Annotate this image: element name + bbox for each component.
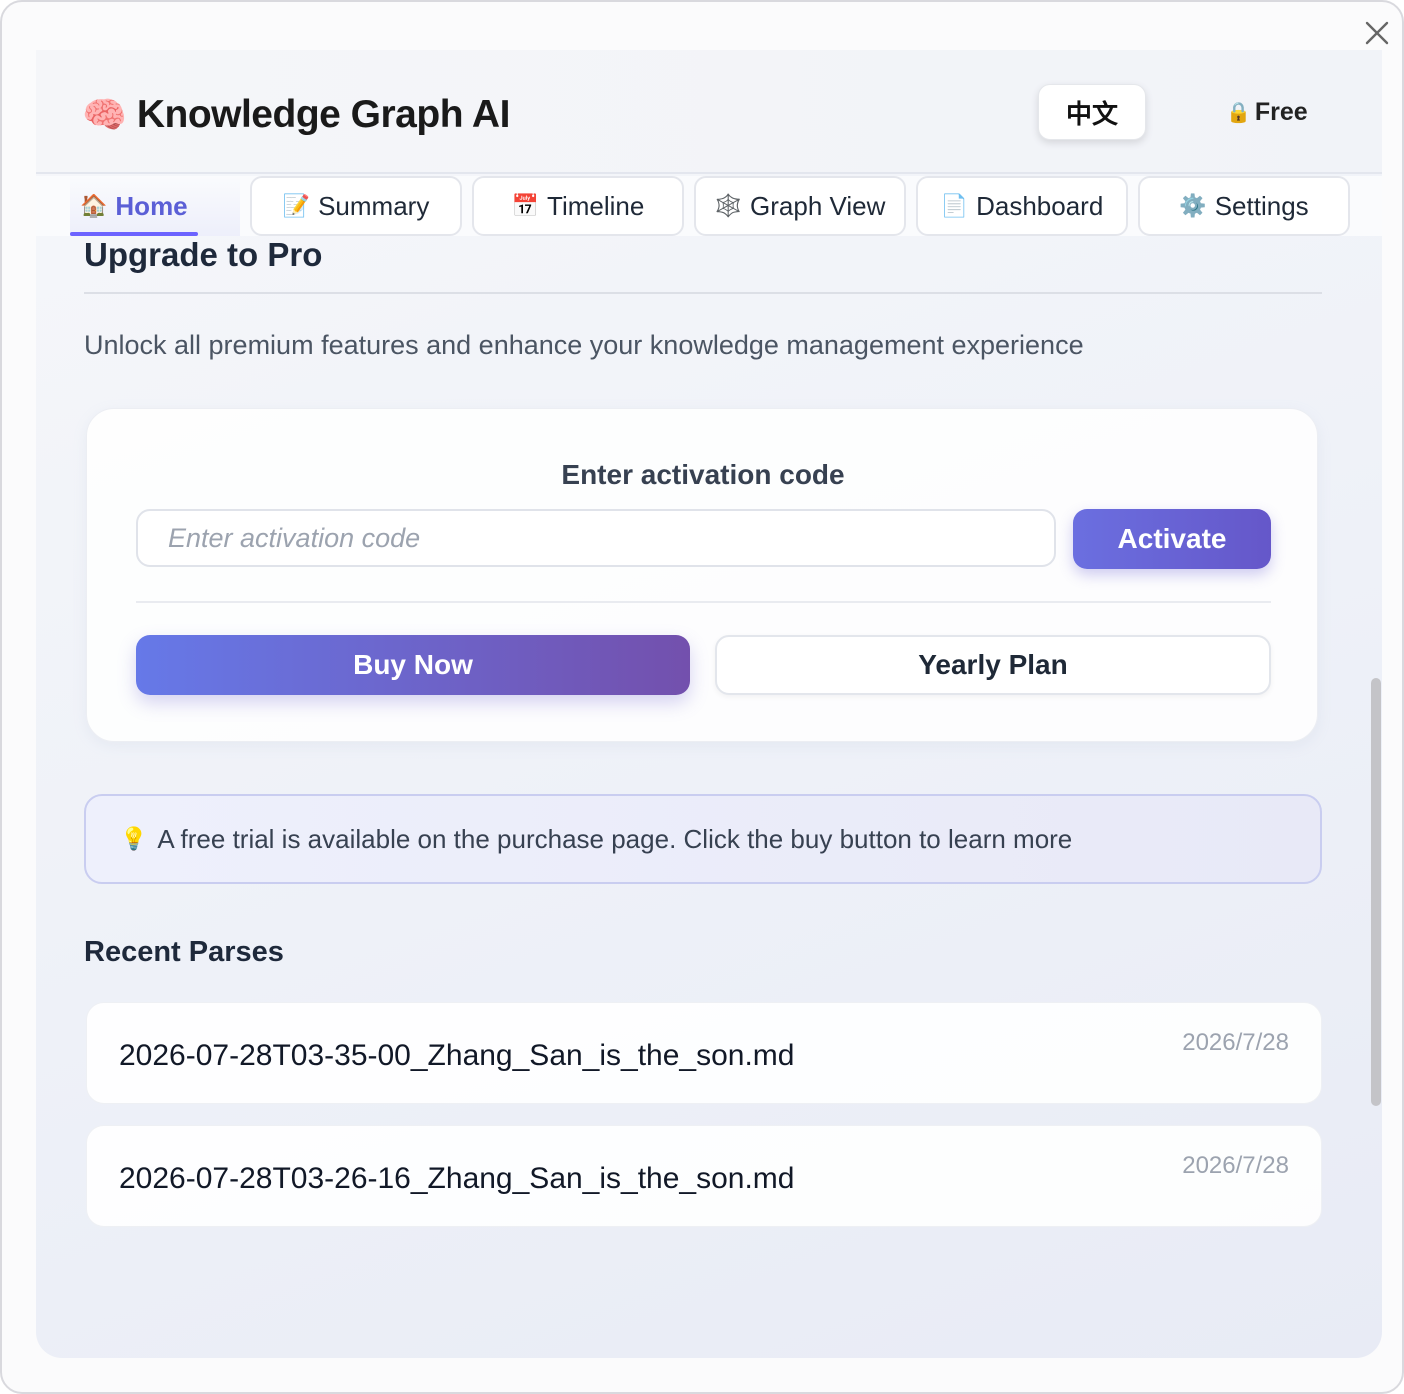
close-icon[interactable] bbox=[1362, 18, 1392, 48]
tab-settings[interactable]: ⚙️ Settings bbox=[1138, 176, 1350, 236]
trial-info-box: 💡 A free trial is available on the purch… bbox=[84, 794, 1322, 884]
calendar-icon: 📅 bbox=[511, 193, 540, 218]
list-item[interactable]: 2026-07-28T03-26-16_Zhang_San_is_the_son… bbox=[86, 1125, 1322, 1227]
tab-timeline[interactable]: 📅 Timeline bbox=[472, 176, 684, 236]
app-header: 🧠 Knowledge Graph AI 中文 🔒 Free bbox=[36, 50, 1382, 174]
activation-card: Enter activation code Activate Buy Now Y… bbox=[86, 408, 1318, 742]
list-item[interactable]: 2026-07-28T03-35-00_Zhang_San_is_the_son… bbox=[86, 1002, 1322, 1104]
light-bulb-icon: 💡 bbox=[120, 826, 148, 851]
main-panel: 🧠 Knowledge Graph AI 中文 🔒 Free 🏠 Home 📝 … bbox=[36, 50, 1382, 1358]
tab-label: Summary bbox=[318, 190, 430, 221]
tab-label: Timeline bbox=[547, 190, 645, 221]
tab-label: Settings bbox=[1214, 190, 1309, 221]
lock-icon: 🔒 bbox=[1226, 101, 1251, 124]
parse-date: 2026/7/28 bbox=[1182, 1152, 1289, 1179]
activate-button[interactable]: Activate bbox=[1073, 509, 1271, 569]
buy-now-button[interactable]: Buy Now bbox=[136, 635, 690, 695]
tab-summary[interactable]: 📝 Summary bbox=[250, 176, 462, 236]
upgrade-title: Upgrade to Pro bbox=[84, 236, 323, 273]
document-icon: 📄 bbox=[940, 193, 969, 218]
parse-file-name: 2026-07-28T03-35-00_Zhang_San_is_the_son… bbox=[119, 1039, 795, 1072]
parse-file-name: 2026-07-28T03-26-16_Zhang_San_is_the_son… bbox=[119, 1162, 795, 1195]
tab-graph-view[interactable]: 🕸️ Graph View bbox=[694, 176, 906, 236]
tab-dashboard[interactable]: 📄 Dashboard bbox=[916, 176, 1128, 236]
web-icon: 🕸️ bbox=[714, 193, 743, 218]
trial-text: A free trial is available on the purchas… bbox=[157, 823, 1073, 854]
recent-parses-title: Recent Parses bbox=[84, 936, 284, 968]
tab-bar: 🏠 Home 📝 Summary 📅 Timeline 🕸️ Graph Vie… bbox=[36, 176, 1382, 236]
yearly-plan-button[interactable]: Yearly Plan bbox=[715, 635, 1271, 695]
activation-code-input[interactable] bbox=[136, 509, 1056, 567]
scrollbar-thumb[interactable] bbox=[1371, 678, 1381, 1106]
memo-icon: 📝 bbox=[282, 193, 311, 218]
activation-label: Enter activation code bbox=[561, 459, 845, 490]
plan-label: Free bbox=[1254, 97, 1308, 126]
brain-icon: 🧠 bbox=[82, 94, 127, 135]
gear-icon: ⚙️ bbox=[1179, 193, 1207, 218]
language-toggle-button[interactable]: 中文 bbox=[1038, 84, 1146, 140]
parse-date: 2026/7/28 bbox=[1182, 1029, 1289, 1056]
tab-label: Dashboard bbox=[976, 190, 1104, 221]
upgrade-subtitle: Unlock all premium features and enhance … bbox=[84, 330, 1084, 360]
tab-label: Graph View bbox=[750, 190, 886, 221]
divider bbox=[84, 292, 1322, 294]
plan-badge: 🔒 Free bbox=[1226, 94, 1308, 130]
tab-home[interactable]: 🏠 Home bbox=[70, 176, 240, 236]
home-content: Upgrade to Pro Unlock all premium featur… bbox=[36, 236, 1382, 1358]
divider bbox=[136, 601, 1271, 603]
house-icon: 🏠 bbox=[80, 193, 108, 218]
brand: 🧠 Knowledge Graph AI bbox=[82, 90, 510, 140]
app-title: Knowledge Graph AI bbox=[136, 93, 511, 136]
tab-label: Home bbox=[115, 190, 188, 221]
